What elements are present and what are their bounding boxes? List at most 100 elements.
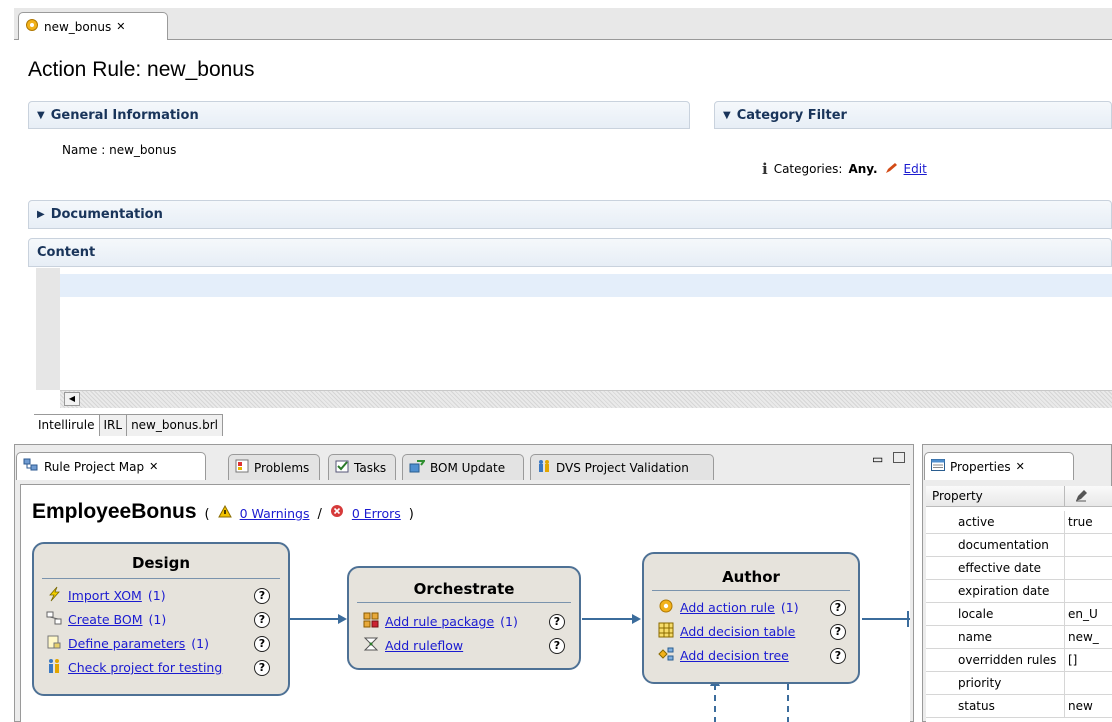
section-label: Content [37, 245, 96, 260]
page-title: Action Rule: new_bonus [28, 58, 255, 81]
editor-bottom-tabs: Intellirule IRL new_bonus.brl [34, 414, 223, 436]
tab-label: new_bonus [44, 19, 112, 34]
scroll-left-button[interactable]: ◀ [64, 392, 80, 406]
import-xom-link[interactable]: Import XOM [68, 588, 142, 603]
edit-value-icon [1074, 488, 1088, 505]
box-divider [652, 590, 850, 591]
column-divider [1064, 672, 1065, 694]
orchestrate-box: Orchestrate Add rule package (1) Add rul… [347, 566, 581, 670]
editor-tabstrip [14, 8, 1112, 40]
add-ruleflow-link[interactable]: Add ruleflow [385, 638, 463, 653]
check-project-link[interactable]: Check project for testing [68, 660, 222, 675]
column-divider [1064, 557, 1065, 579]
add-decision-table-link[interactable]: Add decision table [680, 624, 795, 639]
property-value: en_U [1068, 607, 1098, 621]
column-divider [1064, 626, 1065, 648]
categories-label: Categories: [773, 162, 843, 176]
general-info-header[interactable]: ▼ General Information [28, 101, 690, 129]
author-item: Add decision tree [658, 646, 789, 665]
tab-intellirule[interactable]: Intellirule [34, 415, 100, 436]
property-key: active [958, 515, 995, 529]
edit-link[interactable]: Edit [904, 162, 927, 176]
close-icon[interactable]: ✕ [1016, 460, 1025, 473]
property-row[interactable]: priority [926, 672, 1112, 695]
horizontal-scrollbar[interactable] [60, 390, 1112, 408]
design-item: Check project for testing [46, 658, 222, 677]
action-rule-icon [25, 18, 39, 35]
tab-label: Properties [950, 459, 1011, 474]
property-key: overridden rules [958, 653, 1057, 667]
help-icon[interactable]: ? [830, 624, 846, 640]
property-key: documentation [958, 538, 1049, 552]
design-item: Import XOM (1) [46, 586, 166, 605]
minimize-icon[interactable]: ▭ [872, 452, 883, 466]
tab-bom-update[interactable]: BOM Update [402, 454, 524, 480]
help-icon[interactable]: ? [254, 636, 270, 652]
maximize-icon[interactable] [893, 452, 905, 463]
bom-icon [46, 610, 62, 629]
help-icon[interactable]: ? [254, 612, 270, 628]
help-icon[interactable]: ? [830, 600, 846, 616]
help-icon[interactable]: ? [254, 660, 270, 676]
property-row[interactable]: expiration date [926, 580, 1112, 603]
define-parameters-link[interactable]: Define parameters [68, 636, 185, 651]
add-decision-tree-link[interactable]: Add decision tree [680, 648, 789, 663]
testing-icon [46, 658, 62, 677]
tab-irl[interactable]: IRL [100, 415, 128, 436]
add-action-rule-link[interactable]: Add action rule [680, 600, 775, 615]
create-bom-link[interactable]: Create BOM [68, 612, 143, 627]
property-row[interactable]: overridden rules [] [926, 649, 1112, 672]
item-count: (1) [191, 636, 209, 651]
tab-brl[interactable]: new_bonus.brl [127, 415, 223, 436]
property-key: effective date [958, 561, 1042, 575]
property-row[interactable]: status new [926, 695, 1112, 718]
column-divider [1064, 486, 1065, 506]
property-key: status [958, 699, 995, 713]
help-icon[interactable]: ? [549, 638, 565, 654]
box-title: Design [131, 554, 191, 572]
properties-header: Property [926, 486, 1112, 507]
tab-problems[interactable]: Problems [228, 454, 320, 480]
property-row[interactable]: documentation [926, 534, 1112, 557]
categories-line: i Categories: Any. Edit [762, 160, 927, 178]
documentation-header[interactable]: ▶ Documentation [28, 200, 1112, 229]
triangle-down-icon: ▼ [723, 109, 731, 121]
column-divider [1064, 580, 1065, 602]
property-row[interactable]: locale en_U [926, 603, 1112, 626]
pencil-icon[interactable] [884, 162, 898, 177]
design-box: Design Import XOM (1) Create BOM (1) Def… [32, 542, 290, 696]
category-filter-header[interactable]: ▼ Category Filter [714, 101, 1112, 129]
info-icon: i [762, 160, 768, 178]
property-value: [] [1068, 653, 1078, 667]
section-label: General Information [50, 107, 199, 123]
section-label: Category Filter [736, 107, 847, 123]
property-row[interactable]: active true [926, 511, 1112, 534]
tab-label: Tasks [354, 460, 387, 475]
tab-tasks[interactable]: Tasks [328, 454, 396, 480]
section-label: Documentation [50, 207, 163, 222]
properties-table: Property active true documentation effect… [926, 486, 1112, 722]
property-row[interactable]: name new_ [926, 626, 1112, 649]
help-icon[interactable]: ? [549, 614, 565, 630]
lightning-icon [46, 586, 62, 605]
property-row[interactable]: effective date [926, 557, 1112, 580]
ruleflow-icon [363, 636, 379, 655]
help-icon[interactable]: ? [830, 648, 846, 664]
decision-table-icon [658, 622, 674, 641]
content-gutter [36, 268, 60, 390]
triangle-down-icon: ▼ [37, 109, 45, 121]
box-title: Author [722, 568, 780, 586]
property-value: true [1068, 515, 1093, 529]
close-icon[interactable]: ✕ [116, 20, 125, 33]
tab-properties[interactable]: Properties ✕ [924, 452, 1074, 480]
add-rule-package-link[interactable]: Add rule package [385, 614, 494, 629]
tab-rule-project-map[interactable]: Rule Project Map ✕ [16, 452, 206, 480]
box-divider [42, 578, 280, 579]
content-current-line [60, 274, 1112, 297]
help-icon[interactable]: ? [254, 588, 270, 604]
tab-new-bonus[interactable]: new_bonus ✕ [18, 12, 168, 40]
tab-dvs-validation[interactable]: DVS Project Validation [530, 454, 714, 480]
name-label: Name : [62, 143, 106, 157]
tab-label: Problems [254, 460, 310, 475]
close-icon[interactable]: ✕ [149, 460, 158, 473]
